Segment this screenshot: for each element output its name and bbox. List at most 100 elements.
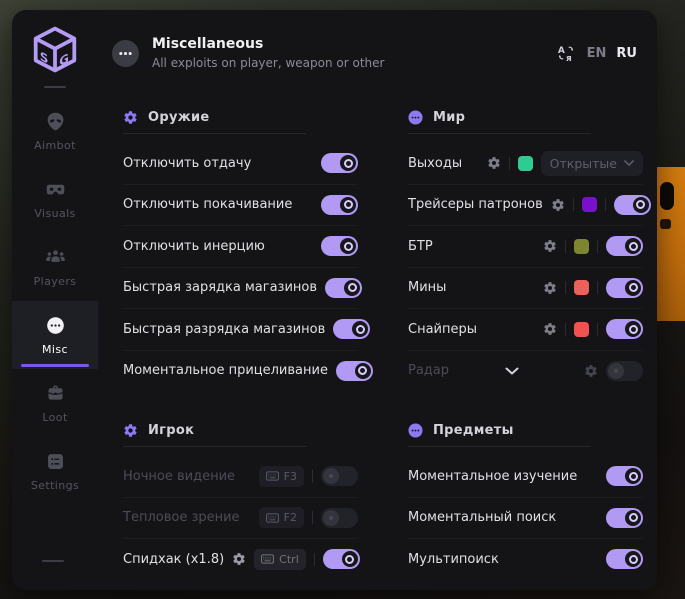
color-swatch[interactable]: [574, 322, 589, 337]
row-no-recoil: Отключить отдачу: [123, 143, 358, 185]
sidebar: S G Aimbot Visuals Players: [12, 10, 98, 590]
translate-icon: Aя: [557, 44, 575, 62]
gear-icon[interactable]: [551, 198, 565, 212]
sidebar-item-loot[interactable]: Loot: [12, 369, 98, 437]
row-fast-unload: Быстрая разрядка магазинов: [123, 309, 358, 351]
toggle-switch[interactable]: [606, 549, 643, 569]
row-btr: БТР: [408, 226, 643, 268]
row-instant-loot: Моментальный поиск: [408, 498, 643, 540]
section-title: Игрок: [148, 423, 194, 438]
section-weapon: Оружие Отключить отдачу Отключить покачи…: [123, 108, 358, 391]
hotkey-badge[interactable]: Ctrl: [254, 549, 306, 570]
sidebar-item-players[interactable]: Players: [12, 233, 98, 301]
hotkey-badge[interactable]: F2: [259, 507, 304, 528]
section-player: Игрок Ночное видение F3 Тепловое зрение: [123, 421, 358, 580]
gear-icon[interactable]: [584, 364, 598, 378]
toggle-switch[interactable]: [606, 278, 643, 298]
artifact-mark: [660, 219, 671, 229]
toggle-switch[interactable]: [614, 195, 651, 215]
toggle-switch[interactable]: [321, 153, 358, 173]
section-title: Мир: [433, 110, 465, 125]
row-instant-research: Моментальное изучение: [408, 456, 643, 498]
page-ellipsis-avatar-icon: [112, 40, 139, 67]
hotkey-label: F2: [284, 511, 297, 524]
chevron-down-icon[interactable]: [505, 367, 519, 375]
color-swatch[interactable]: [582, 197, 597, 212]
toggle-switch[interactable]: [606, 508, 643, 528]
sidebar-item-settings[interactable]: Settings: [12, 437, 98, 505]
toggle-switch[interactable]: [336, 361, 373, 381]
right-column: Мир Выходы Открытые Трейсеры: [408, 102, 643, 580]
language-switcher: Aя EN RU: [557, 44, 637, 62]
gear-icon[interactable]: [543, 239, 557, 253]
toggle-switch[interactable]: [606, 319, 643, 339]
row-instant-aim: Моментальное прицеливание: [123, 351, 358, 392]
app-logo-icon: S G: [33, 26, 77, 73]
row-night-vision: Ночное видение F3: [123, 456, 358, 498]
page-header: Miscellaneous All exploits on player, we…: [98, 10, 657, 96]
toggle-switch[interactable]: [606, 236, 643, 256]
toggle-switch[interactable]: [321, 236, 358, 256]
sidebar-item-label: Misc: [42, 343, 68, 356]
vr-goggles-icon: [45, 179, 66, 200]
section-divider: [123, 133, 306, 134]
row-fast-reload: Быстрая зарядка магазинов: [123, 268, 358, 310]
chevron-down-icon: [624, 160, 634, 166]
dropdown-value: Открытые: [550, 156, 617, 171]
sidebar-item-misc[interactable]: Misc: [12, 301, 98, 369]
section-divider: [408, 446, 591, 447]
ellipsis-circle-icon: [408, 423, 423, 438]
color-swatch[interactable]: [574, 280, 589, 295]
toggle-switch[interactable]: [325, 278, 362, 298]
row-no-inertia: Отключить инерцию: [123, 226, 358, 268]
game-background-artifact: [655, 167, 685, 321]
svg-text:я: я: [566, 54, 572, 62]
section-items: Предметы Моментальное изучение Моменталь…: [408, 421, 643, 580]
cheat-menu-window: S G Aimbot Visuals Players: [12, 10, 657, 590]
hotkey-badge[interactable]: F3: [259, 466, 304, 487]
toggle-switch[interactable]: [321, 466, 358, 486]
gear-icon[interactable]: [543, 281, 557, 295]
row-radar: Радар: [408, 351, 643, 392]
gear-icon[interactable]: [487, 156, 501, 170]
page-title: Miscellaneous: [152, 36, 384, 52]
gear-icon: [123, 110, 138, 125]
alien-icon: [45, 111, 66, 132]
lang-ru-button[interactable]: RU: [616, 46, 637, 61]
row-speedhack: Спидхак (x1.8) Ctrl: [123, 539, 358, 580]
row-bullet-tracers: Трейсеры патронов: [408, 185, 643, 227]
toggle-switch[interactable]: [333, 319, 370, 339]
sidebar-item-visuals[interactable]: Visuals: [12, 165, 98, 233]
section-title: Предметы: [433, 423, 514, 438]
sidebar-item-label: Settings: [31, 479, 79, 492]
row-snipers: Снайперы: [408, 309, 643, 351]
sidebar-item-label: Visuals: [34, 207, 75, 220]
toggle-switch[interactable]: [323, 549, 360, 569]
lang-en-button[interactable]: EN: [587, 46, 607, 61]
section-divider: [123, 446, 306, 447]
toggle-switch[interactable]: [321, 195, 358, 215]
sidebar-nav: Aimbot Visuals Players Misc: [12, 97, 98, 505]
toggle-switch[interactable]: [606, 361, 643, 381]
toggle-switch[interactable]: [606, 466, 643, 486]
row-exits: Выходы Открытые: [408, 143, 643, 185]
toggle-switch[interactable]: [321, 508, 358, 528]
sidebar-item-label: Loot: [42, 411, 67, 424]
hotkey-label: F3: [284, 470, 297, 483]
sidebar-item-label: Players: [34, 275, 77, 288]
sidebar-bottom-divider: [42, 560, 64, 562]
page-subtitle: All exploits on player, weapon or other: [152, 56, 384, 70]
gear-icon: [123, 423, 138, 438]
sidebar-divider: [44, 86, 66, 88]
sidebar-item-label: Aimbot: [34, 139, 76, 152]
color-swatch[interactable]: [574, 239, 589, 254]
section-divider: [408, 133, 591, 134]
sidebar-item-aimbot[interactable]: Aimbot: [12, 97, 98, 165]
exits-dropdown[interactable]: Открытые: [541, 151, 643, 176]
ellipsis-circle-icon: [408, 110, 423, 125]
gear-icon[interactable]: [543, 322, 557, 336]
ellipsis-circle-icon: [45, 315, 66, 336]
gear-icon[interactable]: [232, 552, 246, 566]
color-swatch[interactable]: [518, 156, 533, 171]
hotkey-label: Ctrl: [279, 553, 299, 566]
